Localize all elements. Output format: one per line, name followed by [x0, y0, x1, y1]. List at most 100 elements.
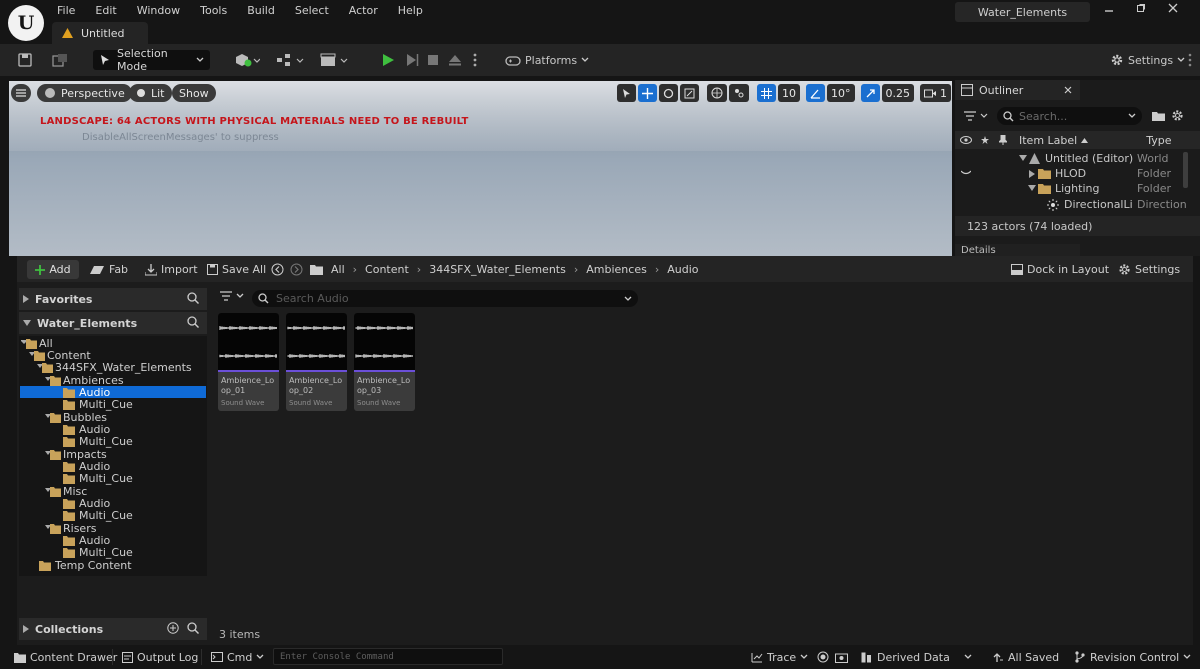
platforms-dropdown[interactable]: Platforms [505, 50, 589, 70]
breadcrumb-all[interactable]: All [331, 263, 345, 276]
outliner-row[interactable]: DirectionalLigl Direction [955, 198, 1187, 213]
close-icon[interactable] [1168, 3, 1178, 13]
gear-icon[interactable] [1171, 109, 1184, 122]
fab-button[interactable]: Fab [89, 262, 128, 277]
breadcrumb-content[interactable]: Content [365, 263, 409, 276]
menu-select[interactable]: Select [295, 4, 329, 17]
favorite-icon[interactable] [981, 136, 989, 144]
more-options-icon[interactable] [473, 50, 477, 70]
menu-window[interactable]: Window [137, 4, 180, 17]
browse-level-icon[interactable] [52, 50, 68, 70]
breadcrumb-ambiences[interactable]: Ambiences [586, 263, 647, 276]
column-type[interactable]: Type [1146, 134, 1171, 147]
asset-tile[interactable]: Ambience_Loop_01 Sound Wave [218, 313, 279, 411]
back-icon[interactable] [271, 262, 284, 277]
outliner-row[interactable]: HLOD Folder [955, 167, 1185, 182]
scale-snap-value[interactable]: 0.25 [881, 84, 914, 102]
tree-item[interactable]: Multi_Cue [61, 509, 133, 522]
eject-icon[interactable] [448, 50, 462, 70]
tree-item-selected[interactable]: Audio [61, 386, 110, 399]
cinematics-icon[interactable] [320, 50, 350, 70]
blueprint-icon[interactable] [276, 50, 306, 70]
select-tool-icon[interactable] [617, 84, 636, 102]
visibility-icon[interactable] [960, 136, 972, 144]
project-section[interactable]: Water_Elements [19, 312, 207, 334]
settings-button[interactable]: Settings [1110, 50, 1185, 70]
derived-data-dropdown[interactable]: Derived Data [861, 650, 972, 664]
tree-item[interactable]: Audio [61, 534, 110, 547]
menu-edit[interactable]: Edit [95, 4, 116, 17]
close-icon[interactable] [1064, 86, 1072, 94]
outliner-row[interactable]: Untitled (Editor) World [955, 152, 1185, 167]
tab-untitled[interactable]: Untitled [52, 22, 148, 44]
restore-icon[interactable] [1136, 3, 1146, 13]
add-actor-icon[interactable] [234, 50, 260, 70]
viewport-menu-icon[interactable] [11, 84, 31, 102]
scale-tool-icon[interactable] [680, 84, 699, 102]
favorites-section[interactable]: Favorites [19, 288, 207, 310]
rotate-tool-icon[interactable] [659, 84, 678, 102]
surface-snap-icon[interactable] [729, 84, 749, 102]
output-log-button[interactable]: Output Log [122, 650, 198, 664]
outliner-scrollbar[interactable] [1183, 152, 1188, 188]
selection-mode-dropdown[interactable]: Selection Mode [93, 47, 210, 73]
show-button[interactable]: Show [172, 84, 216, 102]
save-icon[interactable] [18, 50, 32, 70]
tree-item[interactable]: Impacts [45, 448, 107, 461]
screenshot-icon[interactable] [835, 650, 848, 664]
tree-item[interactable]: 344SFX_Water_Elements [37, 361, 192, 374]
content-settings-button[interactable]: Settings [1118, 262, 1180, 277]
add-folder-icon[interactable] [1152, 110, 1165, 121]
menu-tools[interactable]: Tools [200, 4, 227, 17]
tree-item[interactable]: Content [29, 349, 91, 362]
pin-icon[interactable] [999, 135, 1007, 145]
tree-item[interactable]: Audio [61, 423, 110, 436]
tree-item[interactable]: Audio [61, 497, 110, 510]
save-all-button[interactable]: Save All [207, 262, 266, 277]
tree-item[interactable]: Misc [45, 485, 87, 498]
simulate-icon[interactable] [405, 50, 419, 70]
tree-item[interactable]: Multi_Cue [61, 472, 133, 485]
stop-icon[interactable] [427, 50, 439, 70]
asset-tile[interactable]: Ambience_Loop_03 Sound Wave [354, 313, 415, 411]
search-icon[interactable] [187, 292, 199, 304]
trace-dropdown[interactable]: Trace [751, 650, 808, 664]
dock-in-layout-button[interactable]: Dock in Layout [1011, 262, 1109, 277]
more-options-icon[interactable] [1188, 50, 1192, 70]
tab-details[interactable]: Details [955, 244, 1080, 256]
search-icon[interactable] [187, 316, 199, 328]
visibility-icon[interactable] [961, 170, 971, 176]
column-item-label[interactable]: Item Label [1019, 134, 1077, 147]
tree-item[interactable]: Multi_Cue [61, 435, 133, 448]
add-button[interactable]: Add [27, 260, 79, 279]
tab-outliner[interactable]: Outliner [955, 80, 1080, 100]
menu-help[interactable]: Help [398, 4, 423, 17]
record-icon[interactable] [817, 650, 829, 664]
tree-item[interactable]: Ambiences [45, 374, 124, 387]
breadcrumb-pack[interactable]: 344SFX_Water_Elements [429, 263, 566, 276]
tree-item[interactable]: Temp Content [37, 559, 132, 572]
camera-speed-button[interactable]: 1 [920, 84, 951, 102]
console-input[interactable]: Enter Console Command [273, 648, 503, 665]
search-icon[interactable] [187, 622, 199, 634]
cmd-dropdown[interactable]: Cmd [211, 650, 264, 664]
level-viewport[interactable] [9, 81, 952, 256]
add-collection-icon[interactable] [167, 622, 179, 634]
unreal-logo[interactable]: U [8, 5, 44, 41]
minimize-icon[interactable] [1104, 3, 1114, 13]
lit-button[interactable]: Lit [129, 84, 172, 102]
world-space-icon[interactable] [707, 84, 727, 102]
all-saved-button[interactable]: All Saved [991, 650, 1059, 664]
tree-item[interactable]: Audio [61, 460, 110, 473]
tree-item[interactable]: Multi_Cue [61, 398, 133, 411]
collections-section[interactable]: Collections [19, 618, 207, 640]
scale-snap-toggle[interactable] [860, 84, 880, 102]
asset-tile[interactable]: Ambience_Loop_02 Sound Wave [286, 313, 347, 411]
filter-icon[interactable] [964, 111, 988, 121]
tree-item[interactable]: Bubbles [45, 411, 107, 424]
tree-item[interactable]: Multi_Cue [61, 546, 133, 559]
revision-control-dropdown[interactable]: Revision Control [1074, 650, 1191, 664]
menu-file[interactable]: File [57, 4, 75, 17]
content-drawer-button[interactable]: Content Drawer [14, 650, 117, 664]
tree-item[interactable]: Risers [45, 522, 96, 535]
